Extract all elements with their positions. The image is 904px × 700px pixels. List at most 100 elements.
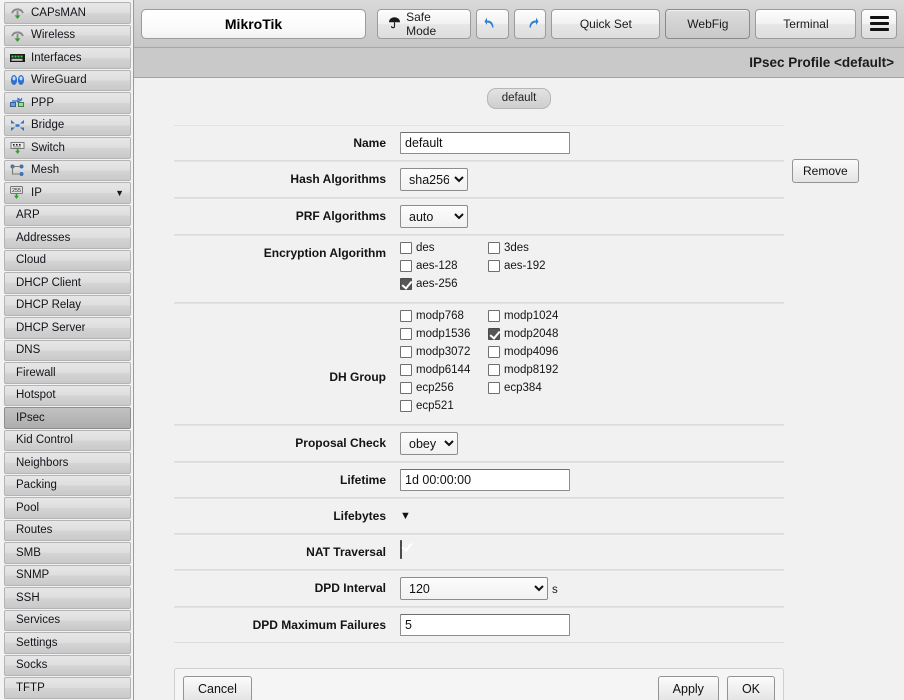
ok-button[interactable]: OK — [727, 676, 775, 700]
sidebar-item-kid-control[interactable]: Kid Control — [4, 430, 131, 452]
sidebar-item-dhcp-client[interactable]: DHCP Client — [4, 272, 131, 294]
sidebar-item-firewall[interactable]: Firewall — [4, 362, 131, 384]
hash-algorithms-select[interactable]: sha256 — [400, 168, 468, 191]
sidebar-item-routes[interactable]: Routes — [4, 520, 131, 542]
lifebytes-expand-caret-icon[interactable]: ▼ — [400, 510, 411, 522]
sidebar-item-socks[interactable]: Socks — [4, 655, 131, 677]
safe-mode-label: Safe Mode — [406, 10, 460, 38]
dpd-max-failures-input[interactable] — [400, 614, 570, 636]
dh-group-option[interactable]: ecp256 — [400, 382, 488, 394]
dh-group-option[interactable]: modp2048 — [488, 328, 576, 340]
dh-group-option[interactable]: ecp384 — [488, 382, 576, 394]
sidebar-item-label: Services — [16, 614, 60, 626]
sidebar-item-pool[interactable]: Pool — [4, 497, 131, 519]
dh-group-checkbox-modp8192[interactable] — [488, 364, 500, 376]
sidebar-item-arp[interactable]: ARP — [4, 205, 131, 227]
encryption-checkbox-aes-256[interactable] — [400, 278, 412, 290]
sidebar-item-label: Routes — [16, 524, 52, 536]
dpd-interval-select[interactable]: 120 — [400, 577, 548, 600]
remove-button[interactable]: Remove — [792, 159, 859, 183]
dh-group-option[interactable]: modp4096 — [488, 346, 576, 358]
encryption-option[interactable]: des — [400, 242, 488, 254]
label-dh-group: DH Group — [174, 310, 400, 384]
tab-webfig[interactable]: WebFig — [665, 9, 750, 39]
encryption-checkbox-aes-128[interactable] — [400, 260, 412, 272]
sidebar-item-label: Switch — [31, 142, 65, 154]
encryption-checkbox-3des[interactable] — [488, 242, 500, 254]
dh-group-option[interactable]: modp768 — [400, 310, 488, 322]
dh-group-checkbox-modp2048[interactable] — [488, 328, 500, 340]
dh-group-checkbox-ecp256[interactable] — [400, 382, 412, 394]
sidebar-item-addresses[interactable]: Addresses — [4, 227, 131, 249]
form-button-bar: Cancel Apply OK — [174, 668, 784, 700]
dh-group-checkbox-modp6144[interactable] — [400, 364, 412, 376]
cancel-button[interactable]: Cancel — [183, 676, 252, 700]
sidebar-item-ssh[interactable]: SSH — [4, 587, 131, 609]
dh-group-checkbox-modp1024[interactable] — [488, 310, 500, 322]
tab-quick-set[interactable]: Quick Set — [551, 9, 660, 39]
sidebar-item-dhcp-server[interactable]: DHCP Server — [4, 317, 131, 339]
encryption-checkbox-des[interactable] — [400, 242, 412, 254]
dh-group-checkbox-modp4096[interactable] — [488, 346, 500, 358]
sidebar-item-label: DHCP Server — [16, 322, 85, 334]
lifetime-input[interactable] — [400, 469, 570, 491]
sidebar-item-settings[interactable]: Settings — [4, 632, 131, 654]
dh-group-checkbox-modp3072[interactable] — [400, 346, 412, 358]
dh-group-checkbox-modp768[interactable] — [400, 310, 412, 322]
nat-traversal-checkbox[interactable] — [400, 540, 402, 559]
sidebar-item-ipsec[interactable]: IPsec — [4, 407, 131, 429]
sidebar-item-bridge[interactable]: Bridge — [4, 115, 131, 137]
undo-button[interactable] — [476, 9, 509, 39]
encryption-option[interactable]: aes-256 — [400, 278, 488, 290]
dh-group-option[interactable]: modp3072 — [400, 346, 488, 358]
sidebar-item-cloud[interactable]: Cloud — [4, 250, 131, 272]
dh-group-option[interactable]: modp1024 — [488, 310, 576, 322]
sidebar-item-services[interactable]: Services — [4, 610, 131, 632]
encryption-checkbox-aes-192[interactable] — [488, 260, 500, 272]
sidebar-item-ip[interactable]: 255IP▼ — [4, 182, 131, 204]
apply-button[interactable]: Apply — [658, 676, 719, 700]
webfig-window: CAPsMANWirelessInterfacesWireGuardPPPBri… — [0, 0, 904, 700]
chevron-down-icon[interactable]: ▼ — [115, 188, 124, 198]
sidebar-item-hotspot[interactable]: Hotspot — [4, 385, 131, 407]
prf-algorithms-select[interactable]: auto — [400, 205, 468, 228]
dh-group-checkbox-modp1536[interactable] — [400, 328, 412, 340]
sidebar-item-dns[interactable]: DNS — [4, 340, 131, 362]
sidebar-item-snmp[interactable]: SNMP — [4, 565, 131, 587]
encryption-option[interactable]: aes-192 — [488, 260, 576, 272]
dh-group-option[interactable]: ecp521 — [400, 400, 488, 412]
hamburger-menu-icon[interactable] — [861, 9, 897, 39]
sidebar-item-wireless[interactable]: Wireless — [4, 25, 131, 47]
sidebar-item-interfaces[interactable]: Interfaces — [4, 47, 131, 69]
sidebar-item-packing[interactable]: Packing — [4, 475, 131, 497]
tab-terminal[interactable]: Terminal — [755, 9, 856, 39]
sidebar-item-dhcp-relay[interactable]: DHCP Relay — [4, 295, 131, 317]
dh-group-option[interactable]: modp6144 — [400, 364, 488, 376]
safe-mode-button[interactable]: Safe Mode — [377, 9, 471, 39]
sidebar-item-label: ARP — [16, 209, 40, 221]
sidebar-item-ppp[interactable]: PPP — [4, 92, 131, 114]
sidebar-item-neighbors[interactable]: Neighbors — [4, 452, 131, 474]
label-lifetime: Lifetime — [174, 469, 400, 491]
dh-group-checkbox-ecp521[interactable] — [400, 400, 412, 412]
sidebar[interactable]: CAPsMANWirelessInterfacesWireGuardPPPBri… — [0, 0, 134, 700]
dh-group-checkbox-ecp384[interactable] — [488, 382, 500, 394]
sidebar-item-mesh[interactable]: Mesh — [4, 160, 131, 182]
dh-group-option[interactable]: modp1536 — [400, 328, 488, 340]
row-dh-group: DH Group modp768modp1024modp1536modp2048… — [174, 303, 784, 425]
sidebar-item-capsman[interactable]: CAPsMAN — [4, 2, 131, 24]
sidebar-item-switch[interactable]: Switch — [4, 137, 131, 159]
sidebar-item-smb[interactable]: SMB — [4, 542, 131, 564]
sidebar-item-label: Mesh — [31, 164, 59, 176]
dh-group-option[interactable]: modp8192 — [488, 364, 576, 376]
encryption-option[interactable]: aes-128 — [400, 260, 488, 272]
name-input[interactable] — [400, 132, 570, 154]
sidebar-item-wireguard[interactable]: WireGuard — [4, 70, 131, 92]
encryption-option[interactable]: 3des — [488, 242, 576, 254]
sidebar-item-tftp[interactable]: TFTP — [4, 677, 131, 699]
ppp-icon — [9, 95, 26, 110]
tab-default-profile[interactable]: default — [487, 88, 552, 109]
proposal-check-select[interactable]: obey — [400, 432, 458, 455]
redo-button[interactable] — [514, 9, 547, 39]
sidebar-item-label: DHCP Client — [16, 277, 81, 289]
